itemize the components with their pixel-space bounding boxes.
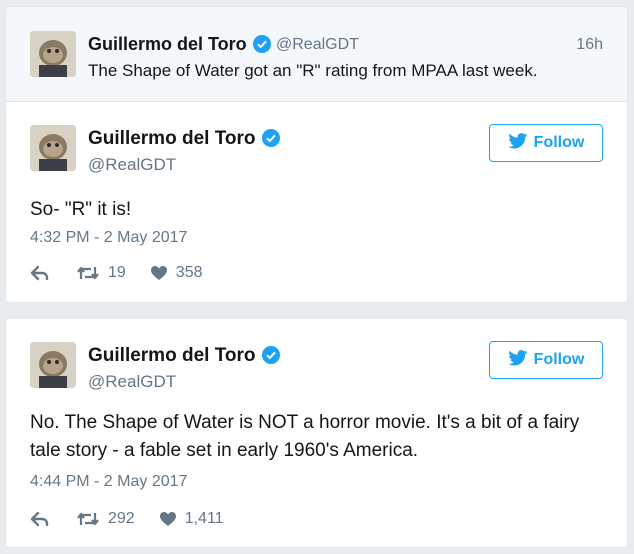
tweet-actions: 19 358	[30, 263, 203, 283]
retweet-icon	[76, 511, 100, 527]
verified-icon	[252, 35, 271, 53]
tweet-card: Guillermo del Toro @RealGDT Follow No. T…	[5, 318, 628, 548]
reply-button[interactable]	[30, 265, 50, 281]
retweet-count: 19	[108, 264, 126, 281]
retweet-count: 292	[108, 510, 135, 527]
verified-icon	[261, 346, 280, 364]
author-name[interactable]: Guillermo del Toro	[88, 345, 280, 367]
avatar[interactable]	[30, 125, 76, 171]
tweet-time[interactable]: 16h	[576, 36, 603, 54]
follow-button[interactable]: Follow	[489, 341, 603, 379]
heart-icon	[150, 265, 168, 281]
like-button[interactable]: 1,411	[159, 510, 224, 528]
tweet-timestamp[interactable]: 4:32 PM - 2 May 2017	[30, 229, 187, 247]
tweet-text: No. The Shape of Water is NOT a horror m…	[30, 412, 580, 461]
like-count: 1,411	[184, 510, 224, 527]
follow-label: Follow	[533, 134, 585, 151]
like-count: 358	[175, 264, 203, 281]
tweet-card: Guillermo del Toro @RealGDT Follow So- "…	[5, 101, 628, 303]
like-button[interactable]: 358	[150, 264, 203, 282]
retweet-icon	[76, 265, 100, 281]
tweet-timestamp[interactable]: 4:44 PM - 2 May 2017	[30, 473, 187, 491]
tweet-actions: 292 1,411	[30, 509, 224, 529]
avatar[interactable]	[30, 31, 76, 77]
verified-icon	[261, 129, 280, 147]
retweet-button[interactable]: 292	[76, 510, 135, 528]
author-handle[interactable]: @RealGDT	[88, 372, 176, 392]
follow-label: Follow	[533, 351, 585, 368]
tweet-text: The Shape of Water got an "R" rating fro…	[88, 61, 538, 80]
twitter-bird-icon	[507, 349, 528, 371]
avatar[interactable]	[30, 342, 76, 388]
author-name[interactable]: Guillermo del Toro	[88, 128, 280, 150]
author-handle[interactable]: @RealGDT	[88, 155, 176, 175]
twitter-bird-icon	[507, 132, 528, 154]
author-handle[interactable]: @RealGDT	[276, 36, 359, 54]
retweet-button[interactable]: 19	[76, 264, 126, 282]
reply-icon	[30, 511, 50, 527]
reply-icon	[30, 265, 50, 281]
heart-icon	[159, 511, 177, 527]
follow-button[interactable]: Follow	[489, 124, 603, 162]
parent-tweet[interactable]: Guillermo del Toro @RealGDT 16h The Shap…	[5, 6, 628, 102]
author-name[interactable]: Guillermo del Toro	[88, 34, 271, 55]
tweet-text: So- "R" it is!	[30, 199, 132, 220]
reply-button[interactable]	[30, 511, 50, 527]
